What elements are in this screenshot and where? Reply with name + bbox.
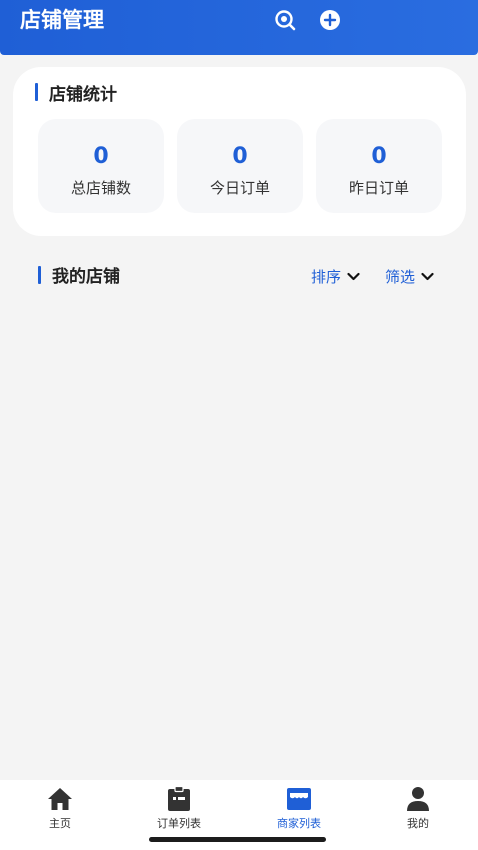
tab-order-list[interactable]: 订单列表 xyxy=(119,786,239,831)
stat-label: 昨日订单 xyxy=(348,179,409,197)
stat-value: 0 xyxy=(93,144,109,169)
add-store-button[interactable] xyxy=(319,9,341,31)
stats-title: 店铺统计 xyxy=(49,85,117,105)
tab-home[interactable]: 主页 xyxy=(0,786,120,831)
user-icon xyxy=(404,786,432,812)
stat-label: 今日订单 xyxy=(209,179,270,197)
my-stores-title: 我的店铺 xyxy=(52,267,120,287)
sort-button[interactable]: 排序 xyxy=(311,266,360,287)
search-button[interactable] xyxy=(274,9,296,31)
clipboard-icon xyxy=(165,786,193,812)
stat-yesterday-orders: 0 昨日订单 xyxy=(316,119,442,213)
section-bar xyxy=(35,83,38,101)
section-bar xyxy=(38,266,41,284)
store-icon xyxy=(285,786,313,812)
app-header: 店铺管理 xyxy=(0,0,478,55)
tab-label: 订单列表 xyxy=(157,817,201,830)
page-title: 店铺管理 xyxy=(20,8,104,32)
stat-today-orders: 0 今日订单 xyxy=(177,119,303,213)
tab-label: 主页 xyxy=(49,817,71,830)
tab-label: 我的 xyxy=(407,817,429,830)
sort-label: 排序 xyxy=(311,268,342,286)
filter-button[interactable]: 筛选 xyxy=(385,266,434,287)
stat-value: 0 xyxy=(232,144,248,169)
home-indicator xyxy=(149,837,326,842)
stat-label: 总店铺数 xyxy=(70,179,131,197)
tab-label: 商家列表 xyxy=(277,817,321,830)
add-icon xyxy=(320,10,340,30)
chevron-down-icon xyxy=(347,272,360,281)
stat-total-stores: 0 总店铺数 xyxy=(38,119,164,213)
tab-merchant-list[interactable]: 商家列表 xyxy=(239,786,359,831)
filter-label: 筛选 xyxy=(385,268,416,286)
chevron-down-icon xyxy=(421,272,434,281)
home-icon xyxy=(46,786,74,812)
tab-mine[interactable]: 我的 xyxy=(358,786,478,831)
search-icon xyxy=(275,10,296,31)
stat-value: 0 xyxy=(371,144,387,169)
